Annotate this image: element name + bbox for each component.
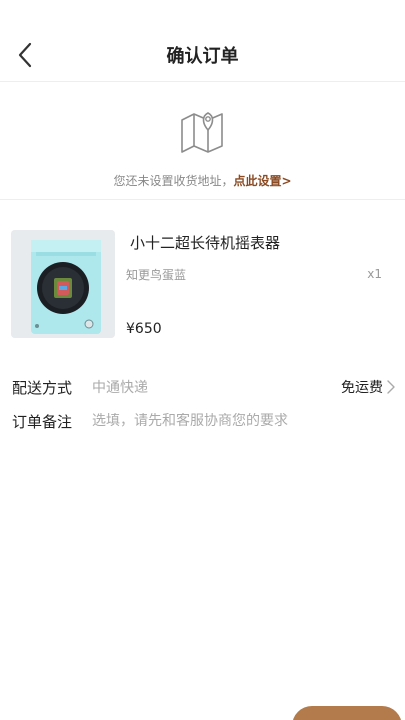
address-prompt-text: 您还未设置收货地址， xyxy=(113,174,234,188)
delivery-fee: 免运费 xyxy=(341,380,383,396)
map-pin-icon xyxy=(181,112,223,153)
remark-row: 订单备注 xyxy=(12,406,395,436)
set-address-link[interactable]: 点此设置> xyxy=(233,174,291,188)
product-item: 小十二超长待机摇表器 知更鸟蛋蓝 x1 ¥650 xyxy=(0,200,405,350)
product-quantity: x1 xyxy=(367,267,382,281)
watch-winder-image xyxy=(11,230,115,338)
product-name: 小十二超长待机摇表器 xyxy=(130,234,281,252)
chevron-right-icon xyxy=(387,380,395,394)
submit-order-button[interactable] xyxy=(292,706,402,720)
delivery-label: 配送方式 xyxy=(12,378,73,397)
delivery-fee-group: 免运费 xyxy=(341,377,395,397)
address-prompt: 您还未设置收货地址，点此设置> xyxy=(0,172,405,189)
delivery-method: 中通快递 xyxy=(92,380,148,396)
product-variant: 知更鸟蛋蓝 xyxy=(126,268,187,282)
page-title: 确认订单 xyxy=(166,46,239,67)
address-section[interactable]: 您还未设置收货地址，点此设置> xyxy=(0,82,405,200)
remark-label: 订单备注 xyxy=(12,412,73,431)
product-image xyxy=(11,230,115,338)
header: 确认订单 xyxy=(0,0,405,82)
remark-input[interactable] xyxy=(92,413,395,429)
product-price: ¥650 xyxy=(126,321,162,337)
delivery-row[interactable]: 配送方式 中通快递 免运费 xyxy=(12,372,395,402)
